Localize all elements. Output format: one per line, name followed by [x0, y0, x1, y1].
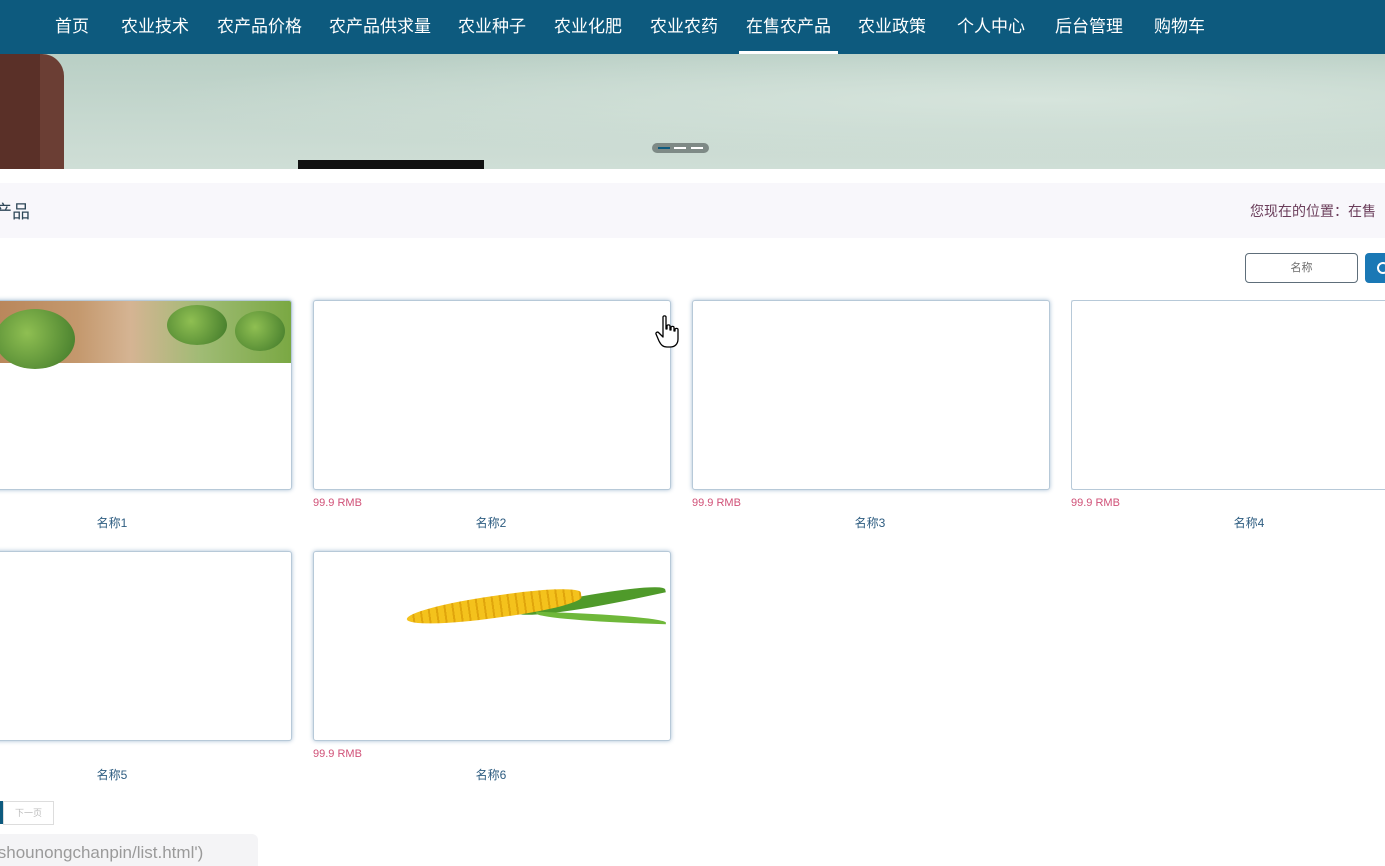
- broccoli-image: [0, 301, 291, 369]
- carousel-dot-3[interactable]: [691, 147, 703, 149]
- nav-item-fertilizer[interactable]: 农业化肥: [554, 0, 622, 54]
- product-image[interactable]: [0, 300, 292, 490]
- product-card-5[interactable]: [0, 551, 292, 741]
- nav-item-personal-center[interactable]: 个人中心: [957, 0, 1025, 54]
- product-card-1[interactable]: [0, 300, 292, 490]
- banner-carousel[interactable]: [0, 54, 1385, 169]
- product-name[interactable]: 名称3: [691, 514, 1049, 531]
- product-name[interactable]: 名称1: [0, 514, 291, 531]
- product-name[interactable]: 名称6: [312, 766, 670, 783]
- breadcrumb: 您现在的位置：在售: [1250, 203, 1376, 219]
- hand-pointer-cursor-icon: [655, 315, 679, 348]
- product-card-3[interactable]: [692, 300, 1050, 490]
- product-name[interactable]: 名称2: [312, 514, 670, 531]
- product-image[interactable]: [0, 551, 292, 741]
- carousel-indicators[interactable]: [652, 143, 709, 153]
- product-name[interactable]: 名称4: [1070, 514, 1385, 531]
- search-button[interactable]: [1365, 253, 1385, 283]
- product-card-2[interactable]: [313, 300, 671, 490]
- product-price: 99.9 RMB: [692, 497, 741, 509]
- product-price: 99.9 RMB: [1071, 497, 1120, 509]
- product-name[interactable]: 名称5: [0, 766, 291, 783]
- carousel-dot-2[interactable]: [674, 147, 686, 149]
- status-bar-url: ishounongchanpin/list.html'): [0, 834, 258, 866]
- nav-item-cart[interactable]: 购物车: [1154, 0, 1205, 54]
- nav-item-agri-tech[interactable]: 农业技术: [121, 0, 189, 54]
- search-input[interactable]: [1245, 253, 1358, 283]
- nav-item-supply-demand[interactable]: 农产品供求量: [329, 0, 431, 54]
- banner-tree-shadow: [0, 54, 40, 169]
- pagination-next-button[interactable]: 下一页: [3, 801, 54, 825]
- section-header: 产品 您现在的位置：在售: [0, 183, 1385, 238]
- product-image[interactable]: [313, 551, 671, 741]
- nav-item-seeds[interactable]: 农业种子: [458, 0, 526, 54]
- nav-item-products-on-sale[interactable]: 在售农产品: [739, 0, 838, 54]
- nav-item-product-price[interactable]: 农产品价格: [217, 0, 302, 54]
- carousel-dot-1[interactable]: [658, 147, 670, 149]
- product-price: 99.9 RMB: [313, 497, 362, 509]
- nav-item-policy[interactable]: 农业政策: [858, 0, 926, 54]
- product-image[interactable]: [1071, 300, 1385, 490]
- nav-item-admin[interactable]: 后台管理: [1055, 0, 1123, 54]
- corn-image: [405, 578, 667, 631]
- product-card-6[interactable]: [313, 551, 671, 741]
- search-icon: [1377, 262, 1385, 274]
- product-price: 99.9 RMB: [313, 748, 362, 760]
- banner-dark-object: [298, 160, 484, 169]
- product-image[interactable]: [692, 300, 1050, 490]
- nav-item-home[interactable]: 首页: [55, 0, 89, 54]
- product-image[interactable]: [313, 300, 671, 490]
- product-card-4[interactable]: [1071, 300, 1385, 490]
- top-nav: 首页 农业技术 农产品价格 农产品供求量 农业种子 农业化肥 农业农药 在售农产…: [0, 0, 1385, 54]
- page-title: 产品: [0, 202, 30, 222]
- nav-item-pesticide[interactable]: 农业农药: [650, 0, 718, 54]
